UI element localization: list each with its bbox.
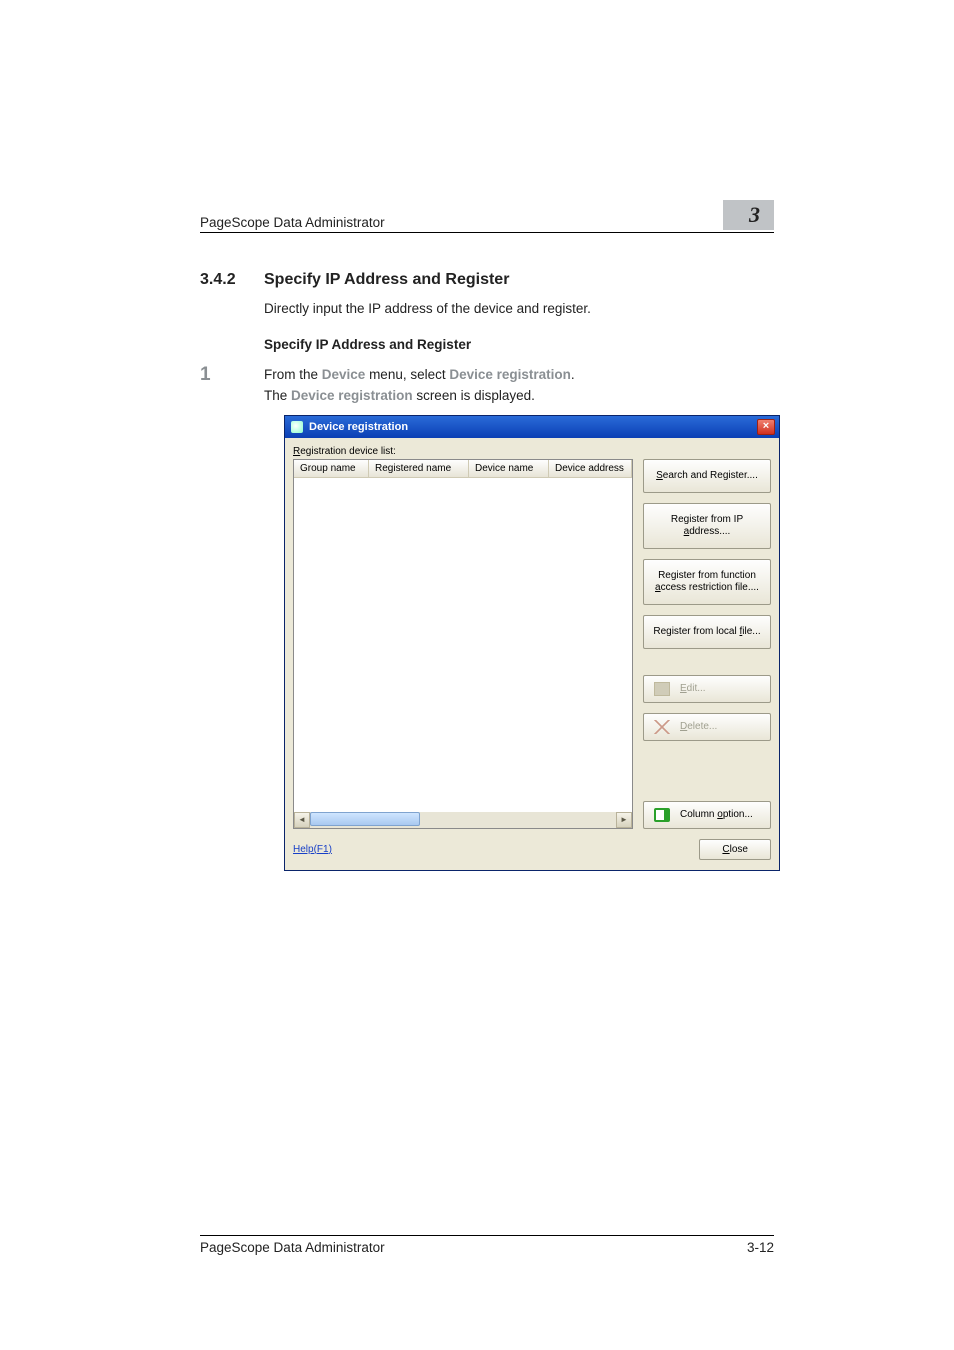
window-app-icon [291, 421, 303, 433]
section-subhead: Specify IP Address and Register [264, 337, 774, 352]
mnemonic: C [722, 844, 729, 855]
search-and-register-button[interactable]: Search and Register.... [643, 459, 771, 493]
section-title: Specify IP Address and Register [264, 271, 509, 289]
btn-label: elete... [687, 721, 717, 732]
step-body: From the Device menu, select Device regi… [264, 364, 575, 407]
step-number: 1 [200, 364, 264, 407]
help-link[interactable]: Help(F1) [293, 844, 332, 855]
scroll-track[interactable] [310, 812, 616, 828]
register-from-ip-button[interactable]: Register from IP address.... [643, 503, 771, 549]
column-header-row: Group name Registered name Device name D… [294, 460, 632, 478]
btn-label: ile... [742, 626, 760, 637]
step-text: The [264, 388, 291, 403]
btn-label: dit... [687, 683, 706, 694]
window-title: Device registration [309, 421, 408, 433]
col-device-name[interactable]: Device name [469, 460, 549, 477]
col-device-address[interactable]: Device address [549, 460, 632, 477]
col-group-name[interactable]: Group name [294, 460, 369, 477]
scroll-left-button[interactable]: ◄ [294, 812, 310, 828]
btn-label: ddress.... [689, 526, 730, 537]
list-rows-empty [294, 478, 632, 812]
step-text: From the [264, 367, 322, 382]
footer-app-title: PageScope Data Administrator [200, 1240, 385, 1255]
device-registration-dialog: Device registration × Registration devic… [284, 415, 780, 871]
btn-label: Column [680, 809, 717, 820]
keyword-device-registration: Device registration [449, 367, 571, 382]
section-number: 3.4.2 [200, 271, 264, 289]
btn-label: Register from local [653, 626, 739, 637]
registration-list-label: Registration device list: [293, 446, 771, 457]
titlebar[interactable]: Device registration × [285, 416, 779, 438]
chapter-badge: 3 [723, 200, 774, 230]
delete-button: Delete... [643, 713, 771, 741]
btn-label: earch and Register.... [663, 470, 758, 481]
footer-page-number: 3-12 [747, 1240, 774, 1255]
mnemonic: S [656, 470, 663, 481]
step-text: menu, select [365, 367, 449, 382]
step-text: screen is displayed. [413, 388, 535, 403]
btn-label: lose [730, 844, 748, 855]
column-option-button[interactable]: Column option... [643, 801, 771, 829]
col-registered-name[interactable]: Registered name [369, 460, 469, 477]
edit-icon [654, 682, 670, 696]
step-text: . [571, 367, 575, 382]
btn-label: Register from function [658, 570, 756, 581]
register-from-function-file-button[interactable]: Register from function access restrictio… [643, 559, 771, 605]
keyword-screen-name: Device registration [291, 388, 413, 403]
column-option-icon [654, 808, 670, 822]
window-close-button[interactable]: × [757, 419, 775, 435]
keyword-device: Device [322, 367, 366, 382]
scroll-right-button[interactable]: ► [616, 812, 632, 828]
close-button[interactable]: Close [699, 839, 771, 860]
btn-label: Register from IP [671, 514, 743, 525]
edit-button: Edit... [643, 675, 771, 703]
scroll-thumb[interactable] [310, 812, 420, 826]
register-from-local-file-button[interactable]: Register from local file... [643, 615, 771, 649]
section-intro: Directly input the IP address of the dev… [264, 299, 774, 319]
device-list[interactable]: Group name Registered name Device name D… [293, 459, 633, 829]
header-app-title: PageScope Data Administrator [200, 215, 385, 230]
label-text: egistration device list: [300, 446, 396, 457]
mnemonic: E [680, 683, 687, 694]
btn-label: ption... [723, 809, 753, 820]
horizontal-scrollbar[interactable]: ◄ ► [294, 812, 632, 828]
delete-icon [654, 720, 670, 734]
btn-label: ccess restriction file.... [661, 582, 759, 593]
